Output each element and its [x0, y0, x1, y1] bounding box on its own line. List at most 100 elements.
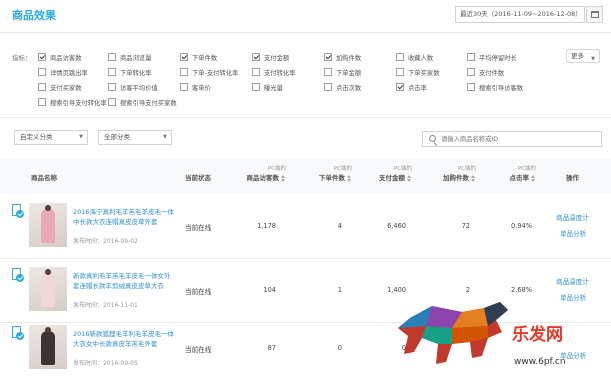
metric-checkbox[interactable]: 下单金额: [324, 67, 361, 77]
col-pay[interactable]: PC端的 支付金额: [348, 165, 412, 183]
checkbox-box[interactable]: [324, 83, 332, 91]
metric-label: 点击次数: [336, 84, 362, 92]
checkbox-box[interactable]: [324, 68, 332, 76]
metric-label: 下单-支付转化率: [192, 69, 239, 77]
date-range-picker[interactable]: 最近30天（2016-11-09~2016-12-08）: [455, 6, 585, 23]
metric-checkbox[interactable]: 曝光量: [252, 82, 283, 92]
checkbox-box[interactable]: [108, 98, 116, 106]
metric-checkbox[interactable]: 详情页跳出率: [38, 67, 88, 77]
temperature-link[interactable]: 商品温度计: [556, 212, 589, 222]
metric-checkbox[interactable]: 下单买家数: [396, 67, 439, 77]
sort-icon: [281, 174, 286, 183]
col-cart[interactable]: PC端的 加购件数: [410, 165, 476, 183]
metric-checkbox[interactable]: 平均停留时长: [467, 52, 517, 62]
checkbox-box[interactable]: [396, 68, 404, 76]
metric-label: 加购件数: [336, 54, 362, 62]
custom-category-value: 自定义分类: [20, 133, 53, 141]
publish-time: 发布时间：2016-11-01: [73, 302, 138, 309]
metric-checkbox[interactable]: 搜索引导支付买家数: [108, 97, 177, 107]
product-effect-panel: 商品效果 最近30天（2016-11-09~2016-12-08） 指标： 商品…: [0, 0, 611, 383]
checkbox-box[interactable]: [180, 53, 188, 61]
checkbox-box[interactable]: [467, 53, 475, 61]
metric-checkbox[interactable]: 商品浏览量: [108, 52, 151, 62]
product-thumbnail[interactable]: [29, 325, 67, 369]
watermark-url: www.6pf.cn: [514, 357, 566, 367]
check-icon: [16, 210, 24, 218]
checkbox-box[interactable]: [108, 53, 116, 61]
metric-checkbox[interactable]: 下单件数: [180, 52, 217, 62]
metric-checkbox[interactable]: 收藏人数: [396, 52, 433, 62]
metric-label: 搜索引导支付转化率: [50, 99, 107, 107]
all-category-select[interactable]: 全部分类 ▼: [98, 130, 172, 145]
col-orders-label: 下单件数: [319, 174, 345, 182]
checkbox-box[interactable]: [396, 53, 404, 61]
metric-label: 访客平均价值: [120, 84, 158, 92]
checkbox-box[interactable]: [108, 68, 116, 76]
col-visitors[interactable]: PC端的 商品访客数: [222, 165, 286, 183]
col-ctr-label: 点击率: [509, 174, 530, 182]
metrics-label: 指标：: [12, 54, 32, 62]
sort-icon: [531, 174, 536, 183]
metric-checkbox[interactable]: 支付金额: [252, 52, 289, 62]
metric-label: 支付转化率: [264, 69, 296, 77]
watermark-brand: 乐发网: [512, 325, 563, 345]
metric-label: 下单转化率: [120, 69, 152, 77]
checkbox-box[interactable]: [180, 68, 188, 76]
col-orders[interactable]: PC端的下单件数: [288, 165, 352, 183]
checkbox-box[interactable]: [38, 68, 46, 76]
visitors-cell: 104: [263, 286, 276, 294]
more-button[interactable]: 更多 ▼: [566, 49, 600, 63]
checkbox-box[interactable]: [467, 83, 475, 91]
metric-checkbox[interactable]: 支付件数: [467, 67, 504, 77]
custom-category-select[interactable]: 自定义分类 ▼: [14, 130, 88, 145]
sort-icon: [471, 174, 476, 183]
checkbox-box[interactable]: [252, 68, 260, 76]
chevron-down-icon: ▼: [163, 134, 167, 140]
checkbox-box[interactable]: [467, 68, 475, 76]
checkbox-box[interactable]: [252, 53, 260, 61]
metric-label: 商品访客数: [50, 54, 82, 62]
checkbox-box[interactable]: [324, 53, 332, 61]
orders-cell: 1: [337, 286, 342, 294]
product-title-link[interactable]: 2016海宁真利毛羊羔毛羊皮毛一体中长款大衣连帽真皮皮草外套: [73, 207, 176, 227]
chevron-down-icon: ▼: [591, 56, 595, 62]
search-input[interactable]: [441, 134, 591, 144]
metric-checkbox[interactable]: 支付转化率: [252, 67, 295, 77]
col-orders-pre: PC端的: [333, 166, 352, 172]
calendar-button[interactable]: [586, 6, 603, 23]
product-thumbnail[interactable]: [29, 203, 67, 247]
search-icon: [429, 135, 436, 142]
col-ctr[interactable]: PC端的 点击率: [480, 165, 536, 183]
metric-label: 点击率: [408, 84, 427, 92]
metric-checkbox[interactable]: 访客平均价值: [108, 82, 158, 92]
metric-checkbox[interactable]: 点击次数: [324, 82, 361, 92]
metric-checkbox[interactable]: 支付买家数: [38, 82, 81, 92]
metric-checkbox[interactable]: 搜索引导访客数: [467, 82, 523, 92]
chevron-down-icon: ▼: [79, 134, 83, 140]
checkbox-box[interactable]: [396, 83, 404, 91]
metric-label: 搜索引导访客数: [479, 84, 524, 92]
metric-checkbox[interactable]: 点击率: [396, 82, 427, 92]
product-search-box[interactable]: [422, 131, 602, 147]
checkbox-box[interactable]: [108, 83, 116, 91]
product-title-link[interactable]: 新款真利毛羊羔毛羊皮毛一体女外套连帽长款羊剪绒真皮皮草大衣: [73, 271, 176, 291]
product-thumbnail[interactable]: [29, 267, 67, 311]
cart-cell: 2: [465, 286, 470, 294]
metric-checkbox[interactable]: 下单-支付转化率: [180, 67, 238, 77]
metric-checkbox[interactable]: 商品访客数: [38, 52, 81, 62]
checkbox-box[interactable]: [38, 53, 46, 61]
checkbox-box[interactable]: [252, 83, 260, 91]
metric-label: 搜索引导支付买家数: [120, 99, 177, 107]
checkbox-box[interactable]: [180, 83, 188, 91]
single-analysis-link[interactable]: 单品分析: [560, 228, 586, 238]
calendar-icon: [591, 11, 599, 18]
metric-checkbox[interactable]: 加购件数: [324, 52, 361, 62]
temperature-link[interactable]: 商品温度计: [556, 276, 589, 286]
metric-checkbox[interactable]: 搜索引导支付转化率: [38, 97, 107, 107]
metric-checkbox[interactable]: 下单转化率: [108, 67, 151, 77]
checkbox-box[interactable]: [38, 98, 46, 106]
product-title-link[interactable]: 2016新款狐狸毛羊利毛羊皮毛一体大衣女中长款真皮羊羔毛外套: [73, 329, 176, 349]
single-analysis-link[interactable]: 单品分析: [560, 292, 586, 302]
checkbox-box[interactable]: [38, 83, 46, 91]
metric-checkbox[interactable]: 客单价: [180, 82, 211, 92]
